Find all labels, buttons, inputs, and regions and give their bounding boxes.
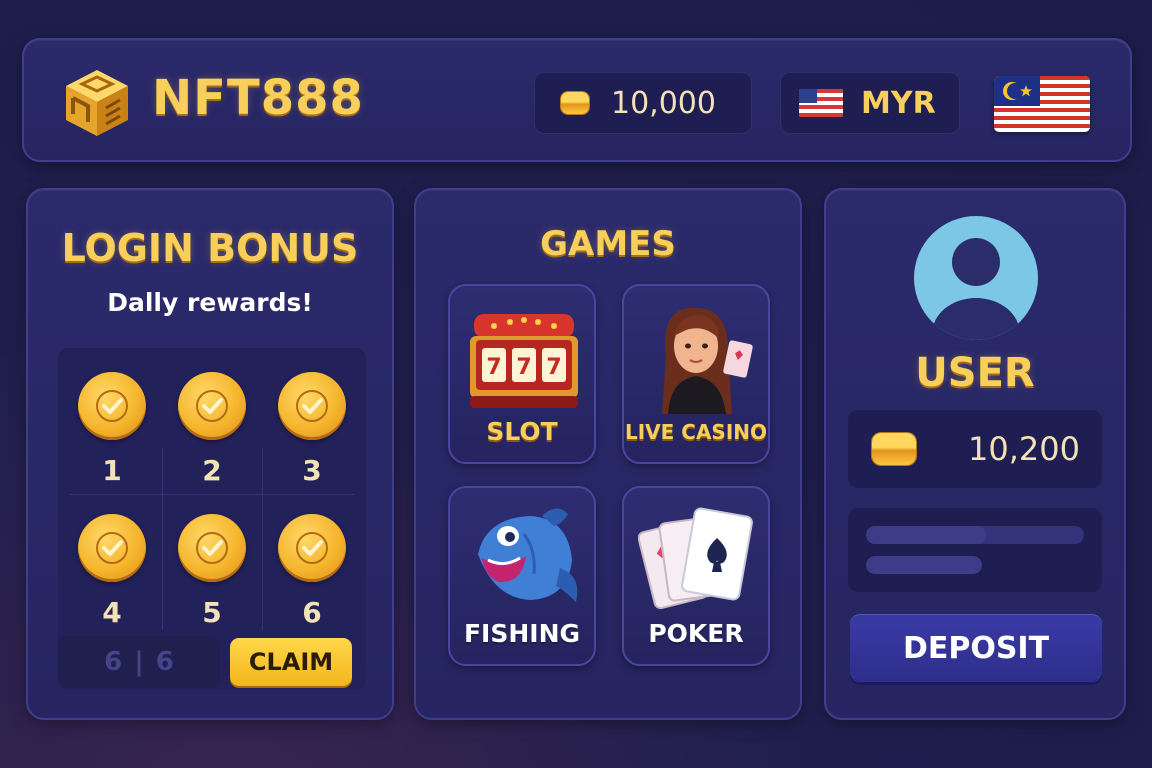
check-coin-icon [278, 514, 346, 582]
check-coin-icon [178, 514, 246, 582]
claim-progress: 6 | 6 [58, 636, 220, 688]
user-balance: 10,200 [848, 410, 1102, 488]
top-header-bar: NFT888 10,000 MYR [22, 38, 1132, 162]
user-name: USER [915, 350, 1035, 396]
check-coin-icon [78, 514, 146, 582]
progress-bar [866, 526, 1084, 544]
user-avatar-icon[interactable] [912, 214, 1040, 342]
game-label-fishing: FISHING [463, 619, 581, 648]
day-number: 4 [102, 596, 122, 629]
day-number: 5 [202, 596, 222, 629]
game-tile-poker[interactable]: POKER [622, 486, 770, 666]
progress-total: 6 [155, 647, 174, 677]
coin-icon [872, 433, 916, 465]
login-bonus-title: LOGIN BONUS [61, 226, 359, 270]
check-coin-icon [178, 372, 246, 440]
games-title: GAMES [540, 224, 676, 264]
header-balance: 10,000 [534, 72, 752, 134]
game-tile-fishing[interactable]: FISHING [448, 486, 596, 666]
user-balance-value: 10,200 [968, 430, 1080, 468]
brand-name: NFT888 [152, 70, 364, 126]
daily-reward-day[interactable]: 3 [272, 372, 352, 487]
user-progress-box [848, 508, 1102, 592]
game-label-poker: POKER [648, 619, 744, 648]
currency-selector[interactable]: MYR [780, 72, 960, 134]
us-flag-icon [799, 89, 843, 117]
playing-cards-icon [638, 507, 753, 610]
coin-icon [561, 92, 589, 114]
malaysia-flag-icon[interactable] [994, 76, 1090, 132]
daily-reward-grid: 1 2 3 4 5 6 6 | 6 CLAIM [58, 348, 366, 690]
cube-logo-icon [66, 70, 128, 136]
daily-reward-day[interactable]: 4 [72, 514, 152, 629]
game-tile-slot[interactable]: 7 7 7 SLOT [448, 284, 596, 464]
day-number: 1 [102, 454, 122, 487]
claim-button[interactable]: CLAIM [230, 638, 352, 686]
currency-code: MYR [861, 85, 936, 121]
progress-bar [866, 556, 1084, 574]
day-number: 2 [202, 454, 222, 487]
game-tile-live-casino[interactable]: LIVE CASINO [622, 284, 770, 464]
svg-text:7: 7 [486, 355, 501, 380]
day-number: 6 [302, 596, 322, 629]
daily-reward-day[interactable]: 2 [172, 372, 252, 487]
progress-separator: | [134, 647, 144, 677]
svg-text:7: 7 [516, 355, 531, 380]
fish-icon [478, 508, 578, 602]
login-bonus-panel: LOGIN BONUS Dally rewards! 1 2 3 4 5 6 6… [26, 188, 394, 720]
game-label-slot: SLOT [486, 417, 558, 446]
games-panel: GAMES 7 7 7 SLOT LIVE CASINO FISHING POK… [414, 188, 802, 720]
check-coin-icon [278, 372, 346, 440]
game-label-live-casino: LIVE CASINO [624, 420, 768, 444]
progress-bar-fill [866, 526, 986, 544]
header-balance-value: 10,000 [611, 85, 716, 121]
daily-reward-day[interactable]: 1 [72, 372, 152, 487]
day-number: 3 [302, 454, 322, 487]
login-bonus-subtitle: Dally rewards! [107, 288, 313, 317]
daily-reward-day[interactable]: 5 [172, 514, 252, 629]
check-coin-icon [78, 372, 146, 440]
deposit-button[interactable]: DEPOSIT [850, 614, 1102, 682]
progress-bar-fill [866, 556, 982, 574]
user-panel: USER 10,200 DEPOSIT [824, 188, 1126, 720]
daily-reward-day[interactable]: 6 [272, 514, 352, 629]
slot-machine-icon: 7 7 7 [470, 314, 578, 408]
dealer-icon [662, 307, 753, 414]
progress-current: 6 [104, 647, 123, 677]
svg-text:7: 7 [546, 355, 561, 380]
